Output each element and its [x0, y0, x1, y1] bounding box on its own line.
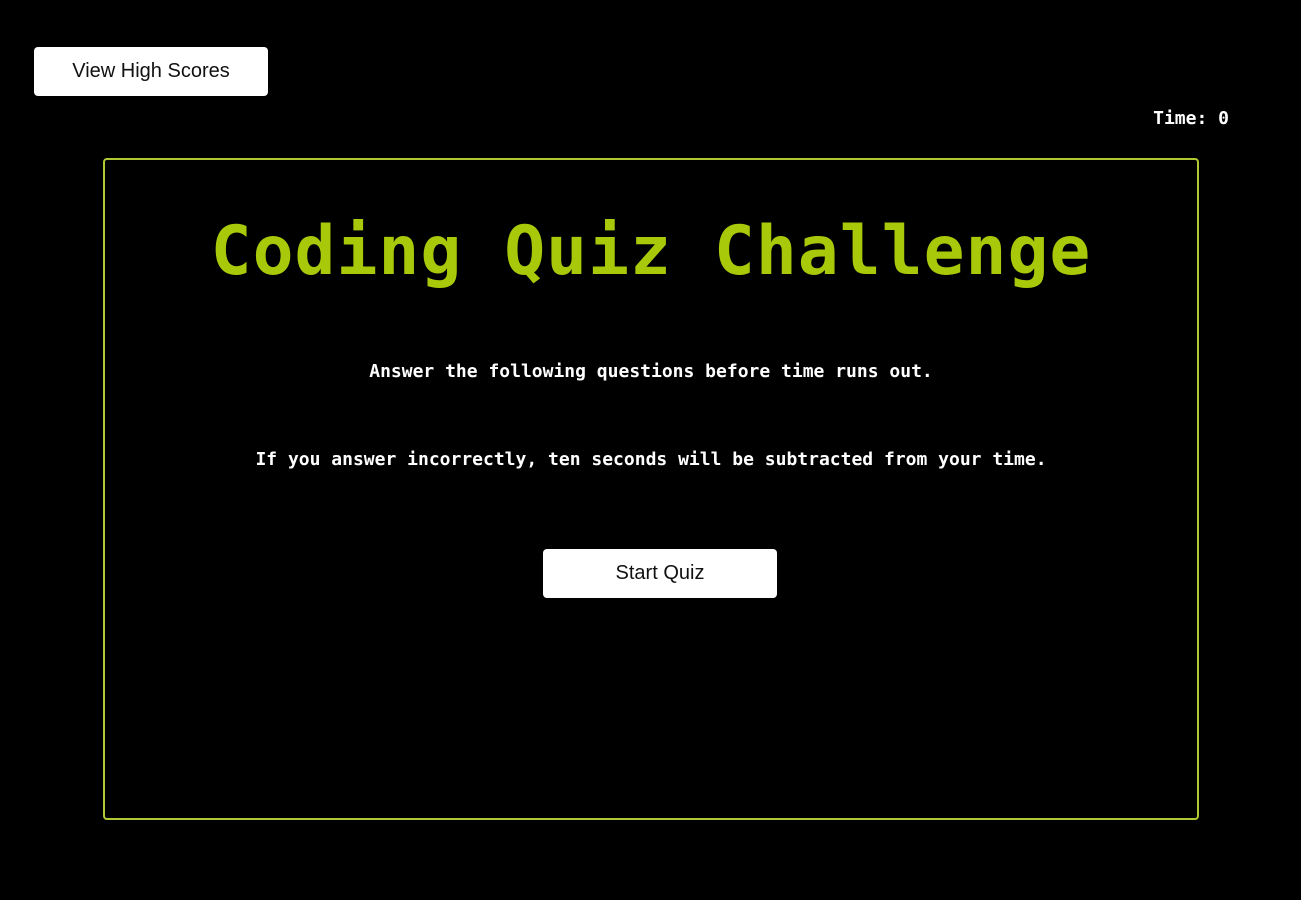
quiz-container: Coding Quiz Challenge Answer the followi… [103, 158, 1199, 820]
view-high-scores-button[interactable]: View High Scores [34, 47, 268, 96]
timer-display: Time: 0 [1153, 108, 1229, 129]
timer-value: 0 [1218, 108, 1229, 129]
timer-label: Time: [1153, 108, 1219, 129]
quiz-title: Coding Quiz Challenge [210, 212, 1092, 291]
instruction-text-2: If you answer incorrectly, ten seconds w… [255, 449, 1047, 470]
instruction-text-1: Answer the following questions before ti… [369, 361, 933, 382]
start-quiz-button[interactable]: Start Quiz [543, 549, 777, 598]
